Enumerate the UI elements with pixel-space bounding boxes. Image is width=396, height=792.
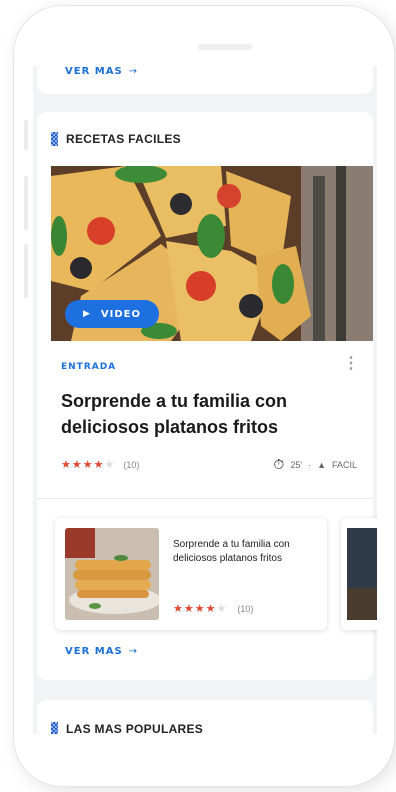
recipe-thumbnail xyxy=(65,528,159,620)
arrow-right-icon: → xyxy=(128,66,139,77)
ver-mas-label: VER MAS xyxy=(65,66,123,77)
recipe-meta: ⏱ 25' · ▲ FACIL xyxy=(273,456,357,473)
section-divider xyxy=(37,498,373,499)
mute-switch xyxy=(24,120,28,150)
ver-mas-link-top[interactable]: VER MAS → xyxy=(65,66,138,77)
recipe-title[interactable]: Sorprende a tu familia con deliciosos pl… xyxy=(61,388,351,440)
section-title: RECETAS FACILES xyxy=(66,132,181,146)
carousel-next-card[interactable] xyxy=(341,518,377,630)
las-mas-populares-card: LAS MAS POPULARES xyxy=(37,700,373,734)
rating-count: (10) xyxy=(123,459,140,470)
play-icon: ▶ xyxy=(82,309,91,319)
carousel-recipe-rating: ★★★★★ (10) xyxy=(173,602,253,615)
recipe-rating: ★★★★★ (10) xyxy=(61,458,139,471)
section-header: RECETAS FACILES xyxy=(51,132,181,146)
arrow-right-icon: → xyxy=(128,646,139,657)
app-screen[interactable]: VER MAS → RECETAS FACILES ▶ VIDEO ENTRAD… xyxy=(33,66,377,734)
star-rating: ★★★★★ xyxy=(173,602,227,615)
carousel-recipe-card[interactable]: Sorprende a tu familia con deliciosos pl… xyxy=(55,518,327,630)
stars-filled: ★★★★ xyxy=(173,603,217,615)
rating-count: (10) xyxy=(237,603,254,614)
recetas-faciles-card: RECETAS FACILES ▶ VIDEO ENTRADA ⋮ Sorpre… xyxy=(37,112,377,680)
difficulty-label: FACIL xyxy=(331,459,357,470)
stars-filled: ★★★★ xyxy=(61,459,105,471)
mountain-icon: ▲ xyxy=(317,459,326,470)
ver-mas-label: VER MAS xyxy=(65,646,123,657)
video-label: VIDEO xyxy=(100,308,141,320)
speaker-grille xyxy=(198,44,252,50)
video-button[interactable]: ▶ VIDEO xyxy=(65,300,159,328)
checker-icon xyxy=(51,722,58,734)
volume-up-button xyxy=(24,176,28,230)
section-header: LAS MAS POPULARES xyxy=(51,722,203,734)
stars-empty: ★ xyxy=(104,459,116,471)
star-rating: ★★★★★ xyxy=(61,458,115,471)
previous-section-card: VER MAS → xyxy=(37,66,373,94)
checker-icon xyxy=(51,132,58,146)
next-card-photo xyxy=(347,528,377,620)
timer-icon: ⏱ xyxy=(273,456,285,472)
meta-separator: · xyxy=(308,459,312,470)
crepes-photo xyxy=(65,528,159,620)
ver-mas-link[interactable]: VER MAS → xyxy=(65,646,138,657)
carousel-recipe-title: Sorprende a tu familia con deliciosos pl… xyxy=(173,539,290,564)
prep-time: 25' xyxy=(290,459,303,470)
more-options-icon[interactable]: ⋮ xyxy=(343,356,359,372)
volume-down-button xyxy=(24,244,28,298)
section-title: LAS MAS POPULARES xyxy=(66,722,204,734)
stars-empty: ★ xyxy=(216,603,228,615)
featured-recipe-image[interactable]: ▶ VIDEO xyxy=(51,166,373,341)
category-label[interactable]: ENTRADA xyxy=(61,362,116,372)
